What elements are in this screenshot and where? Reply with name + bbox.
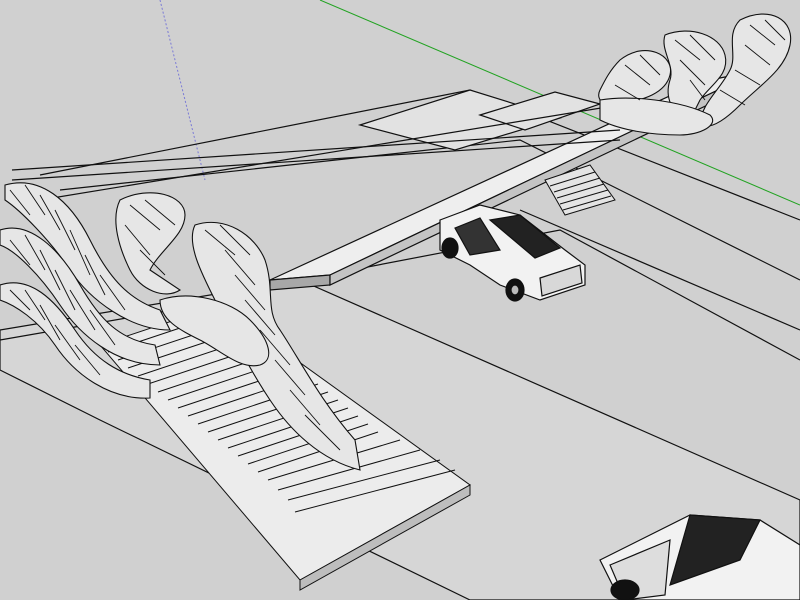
hand-sculpture-right: [598, 13, 792, 136]
car-upper: [439, 204, 586, 302]
sketchup-3d-viewport[interactable]: [0, 0, 800, 600]
scene-canvas[interactable]: [0, 0, 800, 600]
blue-axis: [159, 0, 206, 181]
